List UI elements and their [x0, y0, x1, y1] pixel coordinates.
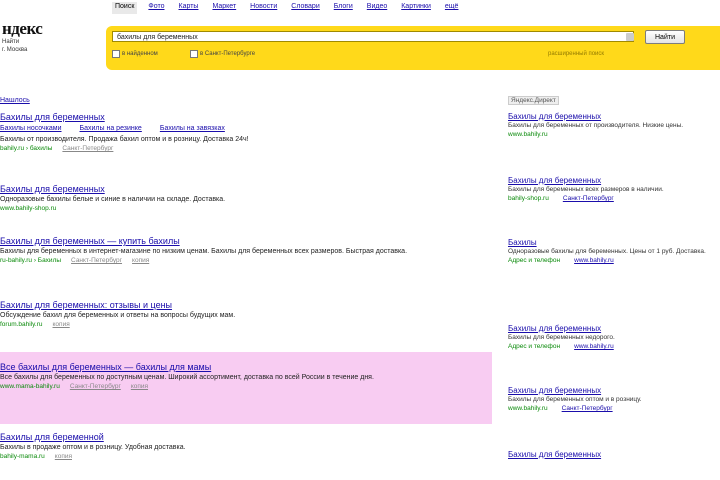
ad-title[interactable]: Бахилы для беременных — [508, 324, 720, 334]
result-geo[interactable]: Санкт-Петербург — [70, 383, 121, 390]
result-snippet: Бахилы в продаже оптом и в розницу. Удоб… — [0, 444, 186, 451]
result-cache-link[interactable]: копия — [53, 321, 70, 328]
service-tab-dictionaries[interactable]: Словари — [288, 2, 322, 14]
result-title[interactable]: Бахилы для беременных — купить бахилы — [0, 236, 490, 247]
result-cache-link[interactable]: копия — [131, 383, 148, 390]
result-item: Бахилы для беременных — купить бахилы Ба… — [0, 236, 490, 265]
ad-title[interactable]: Бахилы для беременных — [508, 112, 720, 122]
result-url[interactable]: forum.bahily.ru — [0, 321, 43, 328]
result-item: Все бахилы для беременных — бахилы для м… — [0, 362, 490, 391]
keyboard-icon[interactable] — [626, 33, 634, 41]
service-tab-market[interactable]: Маркет — [209, 2, 239, 14]
services-nav: Поиск Фото Карты Маркет Новости Словари … — [112, 2, 469, 14]
ad-url[interactable]: www.bahily.ru — [508, 130, 720, 139]
advanced-search-link[interactable]: расширенный поиск — [548, 51, 604, 57]
service-tab-video[interactable]: Видео — [364, 2, 390, 14]
result-snippet: Одноразовые бахилы белые и синие в налич… — [0, 196, 226, 203]
result-item: Бахилы для беременной Бахилы в продаже о… — [0, 432, 490, 461]
logo-mark: ндекс — [2, 19, 43, 38]
result-cache-link[interactable]: копия — [55, 453, 72, 460]
service-tab-more[interactable]: ещё — [442, 2, 462, 14]
result-title[interactable]: Бахилы для беременных — [0, 112, 490, 123]
result-item: Бахилы для беременных Одноразовые бахилы… — [0, 184, 490, 213]
service-tab-photo[interactable]: Фото — [145, 2, 167, 14]
ad-snippet: Бахилы для беременных оптом и в розницу. — [508, 396, 642, 403]
ad-url[interactable]: www.bahily.ru — [574, 257, 614, 264]
result-title[interactable]: Бахилы для беременных — [0, 184, 490, 195]
ad-title[interactable]: Бахилы для беременных — [508, 176, 720, 186]
result-snippet: Обсуждение бахил для беременных и ответы… — [0, 312, 236, 319]
ad-item: Бахилы Одноразовые бахилы для беременных… — [508, 238, 720, 265]
checkbox-icon[interactable] — [190, 50, 198, 58]
service-tab-maps[interactable]: Карты — [176, 2, 202, 14]
result-snippet: Бахилы для беременных в интернет-магазин… — [0, 248, 408, 255]
result-url[interactable]: bahily-mama.ru — [0, 453, 45, 460]
ad-snippet: Бахилы для беременных всех размеров в на… — [508, 186, 664, 193]
ad-item: Бахилы для беременных Бахилы для беремен… — [508, 324, 720, 351]
direct-ads-header[interactable]: Яндекс.Директ — [508, 96, 559, 105]
ad-geo[interactable]: Санкт-Петербург — [563, 195, 614, 202]
logo-subtitle: Найти — [2, 39, 20, 45]
result-snippet: Все бахилы для беременных по доступным ц… — [0, 374, 374, 381]
result-title[interactable]: Бахилы для беременных: отзывы и цены — [0, 300, 490, 311]
ad-url[interactable]: www.bahily.ru — [508, 405, 548, 412]
result-title[interactable]: Все бахилы для беременных — бахилы для м… — [0, 362, 490, 373]
ad-url[interactable]: www.bahily.ru — [574, 343, 614, 350]
result-title[interactable]: Бахилы для беременной — [0, 432, 490, 443]
sitelink[interactable]: Бахилы на резинке — [80, 124, 142, 134]
ad-contacts-link[interactable]: Адрес и телефон — [508, 343, 560, 350]
result-url[interactable]: ru-bahily.ru › Бахилы — [0, 257, 61, 264]
search-button[interactable]: Найти — [645, 30, 685, 44]
ad-snippet: Одноразовые бахилы для беременных. Цены … — [508, 248, 706, 255]
ad-item: Бахилы для беременных Бахилы для беремен… — [508, 386, 720, 413]
ad-geo[interactable]: Санкт-Петербург — [562, 405, 613, 412]
in-found-checkbox[interactable]: в найденном — [112, 50, 158, 58]
result-geo[interactable]: Санкт-Петербург — [62, 145, 113, 152]
ad-snippet: Бахилы для беременных от производителя. … — [508, 122, 684, 129]
result-url[interactable]: www.bahily-shop.ru — [0, 205, 56, 212]
ad-item: Бахилы для беременных Бахилы для беремен… — [508, 112, 720, 139]
service-tab-search[interactable]: Поиск — [112, 2, 138, 14]
result-geo[interactable]: Санкт-Петербург — [71, 257, 122, 264]
ad-title[interactable]: Бахилы — [508, 238, 720, 248]
ad-contacts-link[interactable]: Адрес и телефон — [508, 257, 560, 264]
result-sitelinks: Бахилы носочками Бахилы на резинке Бахил… — [0, 124, 490, 134]
result-cache-link[interactable]: копия — [132, 257, 149, 264]
ad-item: Бахилы для беременных Бахилы для беремен… — [508, 176, 720, 203]
service-tab-images[interactable]: Картинки — [398, 2, 434, 14]
region-label[interactable]: г. Москва — [2, 46, 62, 54]
ad-url[interactable]: bahily-shop.ru — [508, 195, 549, 202]
yandex-logo[interactable]: ндекс Найти г. Москва — [2, 20, 62, 54]
found-count: Нашлось — [0, 97, 30, 104]
result-url[interactable]: bahily.ru › бахилы — [0, 145, 52, 152]
in-region-label: в Санкт-Петербурге — [200, 51, 256, 57]
search-input[interactable]: бахилы для беременных — [112, 31, 634, 42]
result-item: Бахилы для беременных Бахилы носочками Б… — [0, 112, 490, 153]
result-item: Бахилы для беременных: отзывы и цены Обс… — [0, 300, 490, 329]
ad-title[interactable]: Бахилы для беременных — [508, 386, 720, 396]
ad-title[interactable]: Бахилы для беременных — [508, 450, 720, 460]
ad-item: Бахилы для беременных — [508, 450, 720, 460]
service-tab-blogs[interactable]: Блоги — [331, 2, 356, 14]
sitelink[interactable]: Бахилы на завязках — [160, 124, 225, 134]
result-url[interactable]: www.mama-bahily.ru — [0, 383, 60, 390]
service-tab-news[interactable]: Новости — [247, 2, 280, 14]
checkbox-icon[interactable] — [112, 50, 120, 58]
in-found-label: в найденном — [122, 51, 158, 57]
ad-snippet: Бахилы для беременных недорого. — [508, 334, 615, 341]
in-region-checkbox[interactable]: в Санкт-Петербурге — [190, 50, 255, 58]
sitelink[interactable]: Бахилы носочками — [0, 124, 62, 134]
result-snippet: Бахилы от производителя. Продажа бахил о… — [0, 136, 249, 143]
